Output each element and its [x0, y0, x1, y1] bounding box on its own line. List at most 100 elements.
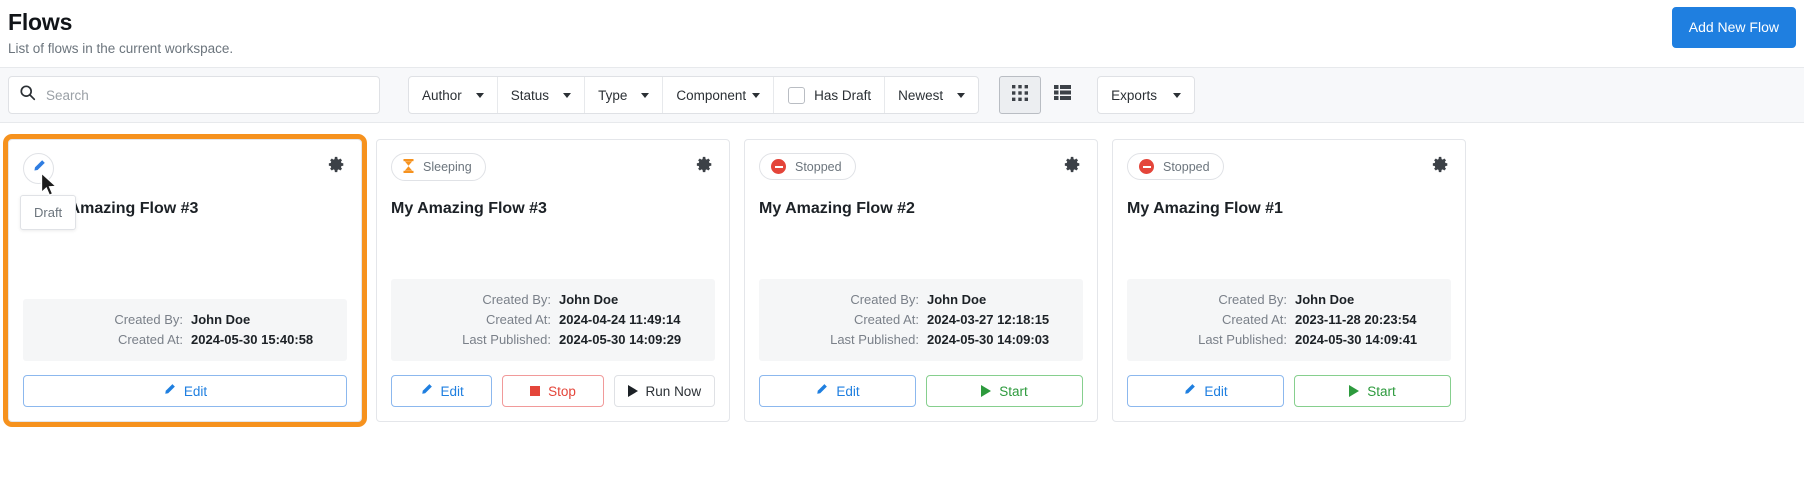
list-view-button[interactable] [1041, 76, 1083, 114]
gear-icon[interactable] [325, 153, 347, 175]
list-view-icon [1053, 85, 1071, 105]
has-draft-filter[interactable]: Has Draft [774, 77, 886, 113]
chevron-down-icon [957, 92, 966, 98]
start-button-label: Start [999, 383, 1028, 399]
chevron-down-icon [752, 92, 761, 98]
view-toggle [999, 76, 1083, 114]
flow-card[interactable]: Stopped My Amazing Flow #1 Created By: J… [1112, 139, 1466, 422]
edit-button-label: Edit [1204, 383, 1228, 399]
flow-title: My Amazing Flow #1 [1127, 200, 1283, 217]
edit-button-label: Edit [440, 383, 464, 399]
chevron-down-icon [475, 92, 484, 98]
status-badge-label: Stopped [795, 159, 842, 174]
flow-card-header: Stopped [759, 153, 1083, 183]
meta-row: Created By: John Doe [1141, 290, 1437, 309]
meta-label: Created At: [853, 312, 919, 327]
pencil-icon [163, 383, 176, 399]
meta-value: John Doe [927, 292, 987, 307]
edit-button-label: Edit [836, 383, 860, 399]
meta-value: 2024-04-24 11:49:14 [559, 312, 681, 327]
flow-card[interactable]: of My Amazing Flow #3 Created By: John D… [3, 134, 367, 427]
chevron-down-icon [641, 92, 650, 98]
meta-value: 2024-05-30 14:09:03 [927, 332, 1050, 347]
gear-icon[interactable] [1061, 153, 1083, 175]
stop-square-icon [530, 386, 541, 396]
add-new-flow-button[interactable]: Add New Flow [1671, 7, 1796, 48]
flow-card-header: Stopped [1127, 153, 1451, 183]
meta-value: 2024-05-30 14:09:29 [559, 332, 682, 347]
filter-type[interactable]: Type [585, 77, 664, 113]
mouse-cursor [40, 171, 59, 203]
status-badge-label: Sleeping [423, 160, 472, 174]
toolbar: Search Author Status Type Component Has … [0, 67, 1804, 123]
sort-selector[interactable]: Newest [885, 77, 978, 113]
stopped-circle-icon [1139, 159, 1154, 174]
flow-card-slot: of My Amazing Flow #3 Created By: John D… [3, 134, 367, 427]
meta-row: Last Published: 2024-05-30 14:09:29 [405, 330, 701, 349]
flow-meta: Created By: John Doe Created At: 2023-11… [1127, 279, 1451, 361]
flows-page: Flows List of flows in the current works… [0, 0, 1804, 500]
page-subtitle: List of flows in the current workspace. [8, 41, 234, 56]
gear-icon[interactable] [1429, 153, 1451, 175]
meta-label: Created By: [850, 292, 919, 307]
chevron-down-icon [1172, 92, 1181, 98]
filter-author[interactable]: Author [409, 77, 498, 113]
meta-label: Created By: [482, 292, 551, 307]
meta-label: Created By: [1218, 292, 1287, 307]
stopped-circle-icon [771, 159, 786, 174]
flow-title: My Amazing Flow #3 [391, 200, 547, 217]
edit-button[interactable]: Edit [1127, 375, 1284, 407]
flow-card[interactable]: Stopped My Amazing Flow #2 Created By: J… [744, 139, 1098, 422]
flow-meta: Created By: John Doe Created At: 2024-05… [23, 299, 347, 361]
flow-meta: Created By: John Doe Created At: 2024-04… [391, 279, 715, 361]
hourglass-icon [403, 159, 414, 175]
filter-status[interactable]: Status [498, 77, 586, 113]
search-input[interactable]: Search [46, 88, 89, 103]
pencil-icon [815, 383, 828, 399]
stop-button[interactable]: Stop [502, 375, 604, 407]
meta-label: Created At: [117, 332, 183, 347]
pencil-icon [1183, 383, 1196, 399]
filter-author-label: Author [422, 87, 462, 103]
search-box[interactable]: Search [8, 76, 380, 114]
meta-value: John Doe [191, 312, 251, 327]
status-badge: Sleeping [391, 153, 486, 181]
flow-title: My Amazing Flow #2 [759, 200, 915, 217]
grid-view-button[interactable] [999, 76, 1042, 114]
exports-label: Exports [1111, 87, 1157, 103]
run-now-button[interactable]: Run Now [613, 375, 715, 407]
meta-label: Last Published: [1198, 332, 1287, 347]
filter-type-label: Type [598, 87, 628, 103]
meta-label: Last Published: [830, 332, 919, 347]
flow-card-header [23, 153, 347, 184]
meta-label: Created By: [114, 312, 183, 327]
edit-button[interactable]: Edit [759, 375, 916, 407]
flow-actions: Edit Stop Run Now [391, 375, 715, 407]
meta-row: Created At: 2023-11-28 20:23:54 [1141, 310, 1437, 329]
filter-group: Author Status Type Component Has Draft N… [408, 76, 980, 114]
edit-button[interactable]: Edit [23, 375, 347, 407]
has-draft-label: Has Draft [814, 87, 872, 103]
play-icon [981, 385, 992, 397]
status-badge-label: Stopped [1163, 159, 1210, 174]
start-button[interactable]: Start [1294, 375, 1451, 407]
has-draft-checkbox[interactable] [788, 86, 806, 104]
sort-label: Newest [898, 87, 944, 103]
meta-value: John Doe [1295, 292, 1355, 307]
status-badge: Stopped [759, 153, 856, 180]
start-button[interactable]: Start [926, 375, 1083, 407]
page-title: Flows [8, 9, 73, 35]
gear-icon[interactable] [693, 153, 715, 175]
chevron-down-icon [563, 92, 572, 98]
exports-dropdown[interactable]: Exports [1097, 76, 1195, 114]
meta-row: Created At: 2024-03-27 12:18:15 [773, 310, 1069, 329]
flow-meta: Created By: John Doe Created At: 2024-03… [759, 279, 1083, 361]
flow-card[interactable]: Sleeping My Amazing Flow #3 Created By: … [376, 139, 730, 422]
filter-component[interactable]: Component [663, 77, 775, 113]
meta-value: John Doe [559, 292, 619, 307]
flow-actions: Edit Start [759, 375, 1083, 407]
edit-button[interactable]: Edit [391, 375, 493, 407]
meta-value: 2023-11-28 20:23:54 [1295, 312, 1417, 327]
meta-row: Last Published: 2024-05-30 14:09:41 [1141, 330, 1437, 349]
filter-status-label: Status [510, 87, 550, 103]
